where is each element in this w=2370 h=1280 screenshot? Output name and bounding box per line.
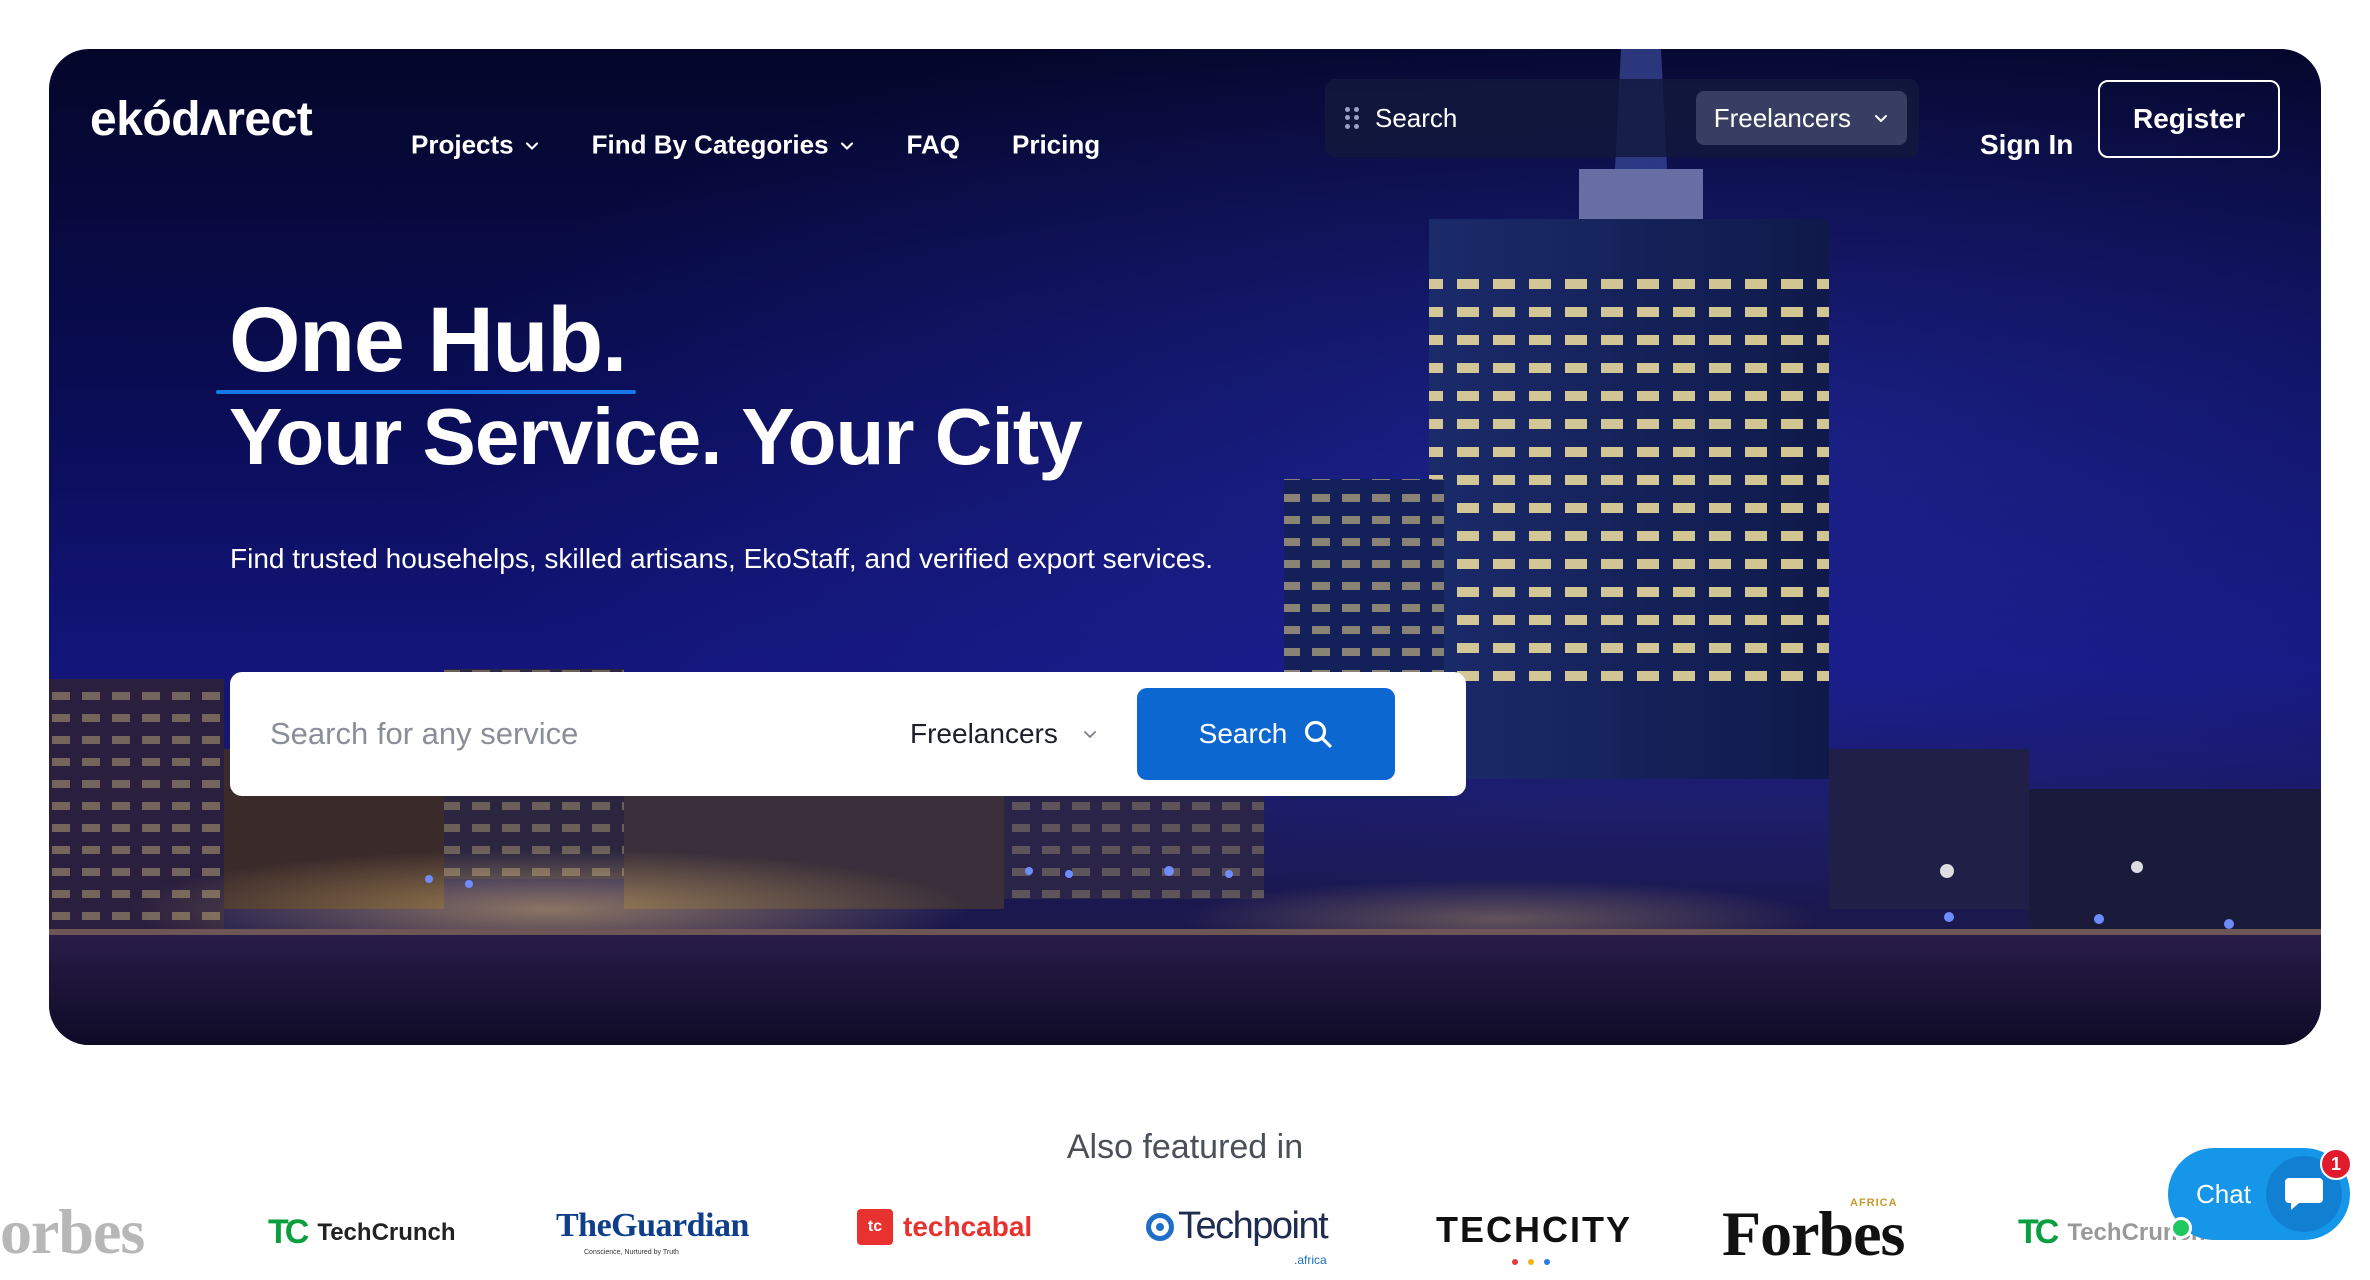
techcabal-mark-icon: tc xyxy=(857,1209,893,1245)
chat-unread-badge: 1 xyxy=(2320,1148,2352,1180)
drag-handle-icon xyxy=(1345,107,1361,129)
hero-subtitle: Find trusted househelps, skilled artisan… xyxy=(230,543,1214,574)
nav-faq[interactable]: FAQ xyxy=(907,130,960,161)
header-category-select[interactable]: Freelancers xyxy=(1695,91,1907,145)
techcrunch-mark-icon: TC xyxy=(2018,1213,2059,1251)
techpoint-text: Techpoint xyxy=(1178,1205,1329,1247)
chevron-down-icon xyxy=(1875,115,1887,122)
search-icon xyxy=(1305,720,1332,748)
header-search-bar: Search Freelancers xyxy=(1325,79,1919,157)
nav-find-by-categories[interactable]: Find By Categories xyxy=(592,130,855,161)
guardian-text: TheGuardian xyxy=(556,1207,749,1244)
nav-pricing[interactable]: Pricing xyxy=(1012,130,1100,161)
forbes-logo-partial: orbes xyxy=(0,1195,145,1269)
techcabal-logo: tc techcabal xyxy=(857,1209,1032,1245)
hero-section: ekódʌrect Projects Find By Categories FA… xyxy=(49,49,2321,1045)
techcity-logo: TECHCITY xyxy=(1436,1209,1632,1265)
forbes-africa-logo: Forbes AFRICA xyxy=(1722,1197,1905,1271)
chevron-down-icon xyxy=(525,141,538,150)
techcrunch-mark-icon: TC xyxy=(268,1213,309,1251)
techcabal-text: techcabal xyxy=(903,1211,1033,1242)
hero-category-select[interactable]: Freelancers xyxy=(910,718,1120,750)
forbes-africa-tag: AFRICA xyxy=(1850,1197,1898,1209)
service-search-input[interactable]: Search for any service xyxy=(270,716,910,752)
register-button[interactable]: Register xyxy=(2098,80,2280,158)
nav-pricing-label: Pricing xyxy=(1012,129,1101,160)
chevron-down-icon xyxy=(1083,731,1096,738)
hero-search-button[interactable]: Search xyxy=(1137,688,1395,780)
featured-title: Also featured in xyxy=(1066,1128,1304,1166)
main-nav: Projects Find By Categories FAQ Pricing xyxy=(411,130,1152,161)
nav-projects-label: Projects xyxy=(411,129,514,160)
header-select-value: Freelancers xyxy=(1713,102,1851,133)
guardian-logo: TheGuardian Conscience, Nurtured by Trut… xyxy=(556,1207,749,1256)
message-icon xyxy=(2285,1178,2323,1210)
techpoint-tag: .africa xyxy=(1294,1253,1327,1267)
chat-online-indicator xyxy=(2170,1217,2192,1239)
forbes-partial-text: orbes xyxy=(0,1196,145,1267)
hero-title-line2: Your Service. Your City xyxy=(229,392,1083,481)
guardian-tagline: Conscience, Nurtured by Truth xyxy=(584,1249,679,1256)
techcrunch-text: TechCrunch xyxy=(317,1218,456,1246)
site-logo[interactable]: ekódʌrect xyxy=(90,92,313,147)
techcity-text: TECHCITY xyxy=(1436,1209,1632,1250)
nav-projects[interactable]: Projects xyxy=(411,130,540,161)
chat-label: Chat xyxy=(2196,1178,2251,1209)
featured-logos: orbes TC TechCrunch TheGuardian Conscien… xyxy=(0,1195,2370,1280)
chevron-down-icon xyxy=(840,141,853,150)
sign-in-link[interactable]: Sign In xyxy=(1980,129,2073,161)
hero-select-value: Freelancers xyxy=(910,718,1058,749)
header-search-input[interactable]: Search xyxy=(1375,103,1696,134)
hero-title-line1: One Hub. xyxy=(229,289,627,391)
nav-faq-label: FAQ xyxy=(906,129,960,160)
nav-categories-label: Find By Categories xyxy=(591,129,829,160)
hero-search-button-label: Search xyxy=(1198,718,1288,749)
techcity-dots xyxy=(1512,1259,1550,1265)
techpoint-mark-icon xyxy=(1146,1212,1174,1241)
hero-search-bar: Search for any service Freelancers Searc… xyxy=(230,672,1466,796)
techpoint-logo: Techpoint .africa xyxy=(1146,1205,1329,1267)
techcrunch-logo: TC TechCrunch xyxy=(268,1213,456,1252)
